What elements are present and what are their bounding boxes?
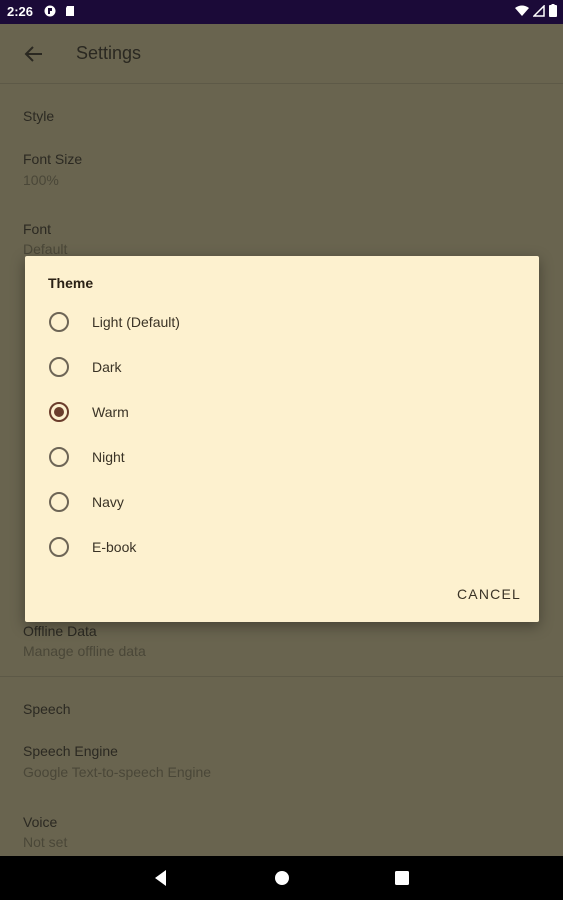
home-nav-icon[interactable] <box>272 868 292 888</box>
dialog-title: Theme <box>48 275 94 291</box>
section-header-style: Style <box>23 108 55 124</box>
theme-option-navy[interactable]: Navy <box>25 480 539 525</box>
pref-title: Speech Engine <box>23 743 118 759</box>
recents-nav-icon[interactable] <box>392 868 412 888</box>
page-title: Settings <box>76 43 142 63</box>
pref-title: Font <box>23 221 52 237</box>
radio-button[interactable] <box>49 537 69 557</box>
divider <box>0 676 563 677</box>
toolbar: Settings <box>0 24 563 84</box>
theme-dialog: Theme Light (Default) Dark Warm Night Na… <box>25 256 539 622</box>
battery-icon <box>549 4 557 17</box>
theme-option-night[interactable]: Night <box>25 435 539 480</box>
pref-title: Font Size <box>23 151 83 167</box>
pref-title: Offline Data <box>23 623 97 639</box>
pref-summary: Not set <box>23 834 68 850</box>
option-label: E-book <box>92 539 137 555</box>
pref-title: Voice <box>23 814 58 830</box>
radio-button[interactable] <box>49 357 69 377</box>
option-label: Dark <box>92 359 122 375</box>
signal-icon <box>533 4 545 17</box>
option-label: Night <box>92 449 125 465</box>
sd-card-icon <box>66 6 74 16</box>
radio-button-checked[interactable] <box>49 402 69 422</box>
section-header-speech: Speech <box>23 701 71 717</box>
cancel-button[interactable]: CANCEL <box>457 586 521 602</box>
back-arrow-icon[interactable] <box>22 42 46 66</box>
theme-option-ebook[interactable]: E-book <box>25 525 539 570</box>
pref-summary: Google Text-to-speech Engine <box>23 764 212 780</box>
wifi-icon <box>515 5 529 16</box>
back-nav-icon[interactable] <box>151 868 171 888</box>
radio-button[interactable] <box>49 312 69 332</box>
option-label: Light (Default) <box>92 314 180 330</box>
pref-summary: Default <box>23 241 68 257</box>
option-label: Navy <box>92 494 124 510</box>
pref-summary: Manage offline data <box>23 643 146 659</box>
option-label: Warm <box>92 404 129 420</box>
status-time: 2:26 <box>7 4 34 19</box>
pref-summary: 100% <box>23 172 59 188</box>
theme-option-light[interactable]: Light (Default) <box>25 300 539 345</box>
radio-button[interactable] <box>49 447 69 467</box>
app-notification-icon <box>44 5 56 17</box>
radio-button[interactable] <box>49 492 69 512</box>
theme-option-warm[interactable]: Warm <box>25 390 539 435</box>
navigation-bar <box>0 856 563 900</box>
theme-option-dark[interactable]: Dark <box>25 345 539 390</box>
status-bar: 2:26 <box>0 0 563 24</box>
